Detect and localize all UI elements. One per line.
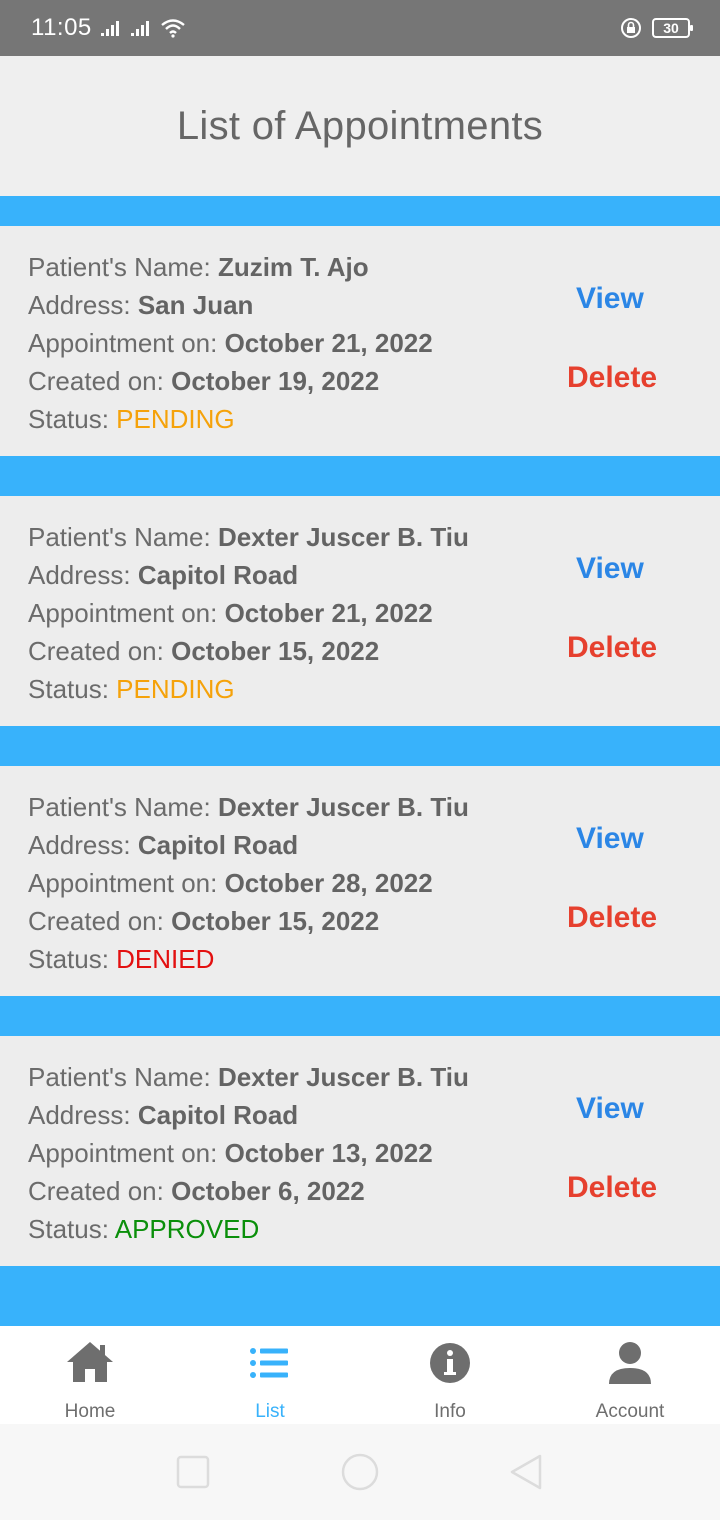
status-bar-left: 11:05 xyxy=(31,14,186,42)
address-label: Address: xyxy=(28,1100,138,1130)
system-navigation-bar xyxy=(0,1424,720,1520)
battery-icon: 30 xyxy=(652,18,693,38)
status-label: Status: xyxy=(28,944,117,974)
bottom-navigation: Home List Info Account xyxy=(0,1326,720,1424)
appointment-date-value: October 13, 2022 xyxy=(224,1138,433,1168)
appointment-date-label: Appointment on: xyxy=(28,1138,225,1168)
address-label: Address: xyxy=(28,830,138,860)
appointment-date-value: October 28, 2022 xyxy=(224,868,433,898)
status-label: Status: xyxy=(28,404,117,434)
appointment-card: Patient's Name: Zuzim T. Ajo Address: Sa… xyxy=(0,226,720,456)
status-badge: APPROVED xyxy=(114,1214,260,1244)
address-label: Address: xyxy=(28,290,138,320)
appointment-date-value: October 21, 2022 xyxy=(224,328,433,358)
status-label: Status: xyxy=(28,1214,115,1244)
list-icon xyxy=(250,1348,288,1378)
appointment-date-value: October 21, 2022 xyxy=(224,598,433,628)
rotation-lock-icon xyxy=(621,18,641,38)
back-icon[interactable] xyxy=(507,1452,547,1492)
created-date-label: Created on: xyxy=(28,636,172,666)
address-value: Capitol Road xyxy=(137,1100,299,1130)
created-date-value: October 15, 2022 xyxy=(171,906,380,936)
patient-name-label: Patient's Name: xyxy=(28,1062,218,1092)
signal-icon-2 xyxy=(130,21,149,36)
patient-name-value: Dexter Juscer B. Tiu xyxy=(217,522,469,552)
info-icon xyxy=(430,1343,470,1383)
view-button[interactable]: View xyxy=(576,282,644,316)
appointment-date-row: Appointment on: October 13, 2022 xyxy=(28,1134,720,1172)
address-value: San Juan xyxy=(137,290,254,320)
appointment-card: Patient's Name: Dexter Juscer B. Tiu Add… xyxy=(0,496,720,726)
nav-item-account[interactable]: Account xyxy=(540,1326,720,1424)
created-date-label: Created on: xyxy=(28,366,172,396)
appointment-card: Patient's Name: Dexter Juscer B. Tiu Add… xyxy=(0,1036,720,1266)
status-row: Status: DENIED xyxy=(28,940,720,978)
appointment-date-label: Appointment on: xyxy=(28,598,225,628)
status-row: Status: PENDING xyxy=(28,400,720,438)
view-button[interactable]: View xyxy=(576,1092,644,1126)
nav-label-home: Home xyxy=(64,1401,116,1422)
patient-name-label: Patient's Name: xyxy=(28,252,218,282)
appointment-date-row: Appointment on: October 21, 2022 xyxy=(28,324,720,362)
status-row: Status: APPROVED xyxy=(28,1210,720,1248)
appointment-date-label: Appointment on: xyxy=(28,868,225,898)
patient-name-value: Zuzim T. Ajo xyxy=(217,252,369,282)
created-date-label: Created on: xyxy=(28,906,172,936)
created-date-value: October 6, 2022 xyxy=(171,1176,365,1206)
patient-name-row: Patient's Name: Zuzim T. Ajo xyxy=(28,248,720,286)
status-bar-right: 30 xyxy=(620,17,693,39)
status-badge: DENIED xyxy=(116,944,215,974)
home-circle-icon[interactable] xyxy=(340,1452,380,1492)
appointment-list[interactable]: Patient's Name: Zuzim T. Ajo Address: Sa… xyxy=(0,196,720,1326)
nav-label-list: List xyxy=(255,1401,285,1422)
app-screen: 11:05 30 List of Appointments Patient's … xyxy=(0,0,720,1520)
created-date-value: October 19, 2022 xyxy=(171,366,380,396)
created-date-label: Created on: xyxy=(28,1176,172,1206)
status-bar: 11:05 30 xyxy=(0,0,720,56)
patient-name-label: Patient's Name: xyxy=(28,522,218,552)
nav-label-info: Info xyxy=(434,1401,466,1422)
patient-name-row: Patient's Name: Dexter Juscer B. Tiu xyxy=(28,518,720,556)
signal-icon xyxy=(100,21,119,36)
page-title: List of Appointments xyxy=(176,103,544,148)
view-button[interactable]: View xyxy=(576,552,644,586)
nav-item-home[interactable]: Home xyxy=(0,1326,180,1424)
address-value: Capitol Road xyxy=(137,830,299,860)
nav-label-account: Account xyxy=(595,1401,665,1422)
patient-name-value: Dexter Juscer B. Tiu xyxy=(217,792,469,822)
status-badge: PENDING xyxy=(116,674,235,704)
appointment-date-row: Appointment on: October 28, 2022 xyxy=(28,864,720,902)
app-header: List of Appointments xyxy=(0,56,720,196)
clock: 11:05 xyxy=(31,14,92,41)
status-label: Status: xyxy=(28,674,117,704)
appointment-date-row: Appointment on: October 21, 2022 xyxy=(28,594,720,632)
nav-item-info[interactable]: Info xyxy=(360,1326,540,1424)
appointment-card: Patient's Name: Dexter Juscer B. Tiu Add… xyxy=(0,766,720,996)
delete-button[interactable]: Delete xyxy=(567,1171,657,1205)
recent-apps-icon[interactable] xyxy=(173,1452,213,1492)
address-label: Address: xyxy=(28,560,138,590)
patient-name-row: Patient's Name: Dexter Juscer B. Tiu xyxy=(28,1058,720,1096)
patient-name-row: Patient's Name: Dexter Juscer B. Tiu xyxy=(28,788,720,826)
created-date-value: October 15, 2022 xyxy=(171,636,380,666)
appointment-date-label: Appointment on: xyxy=(28,328,225,358)
delete-button[interactable]: Delete xyxy=(567,901,657,935)
home-icon xyxy=(67,1342,113,1382)
delete-button[interactable]: Delete xyxy=(567,631,657,665)
patient-name-value: Dexter Juscer B. Tiu xyxy=(217,1062,469,1092)
view-button[interactable]: View xyxy=(576,822,644,856)
delete-button[interactable]: Delete xyxy=(567,361,657,395)
patient-name-label: Patient's Name: xyxy=(28,792,218,822)
account-icon xyxy=(609,1342,651,1384)
address-value: Capitol Road xyxy=(137,560,299,590)
status-badge: PENDING xyxy=(116,404,235,434)
wifi-icon xyxy=(161,19,185,38)
status-row: Status: PENDING xyxy=(28,670,720,708)
nav-item-list[interactable]: List xyxy=(180,1326,360,1424)
